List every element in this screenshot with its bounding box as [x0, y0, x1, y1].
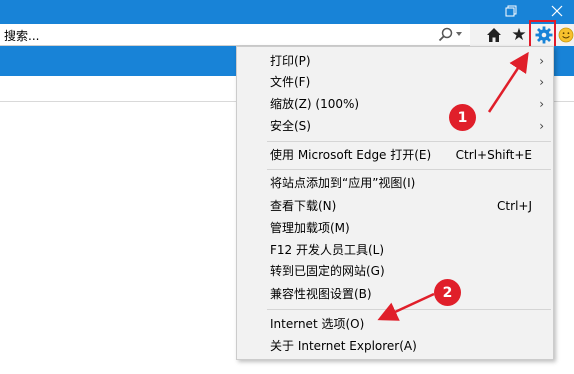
arrow-to-internet-options [377, 292, 435, 321]
annotation-badge-2: 2 [434, 279, 461, 306]
arrow-to-tools [487, 51, 529, 113]
annotation-arrows [377, 51, 529, 321]
annotation-badge-1: 1 [449, 104, 476, 131]
